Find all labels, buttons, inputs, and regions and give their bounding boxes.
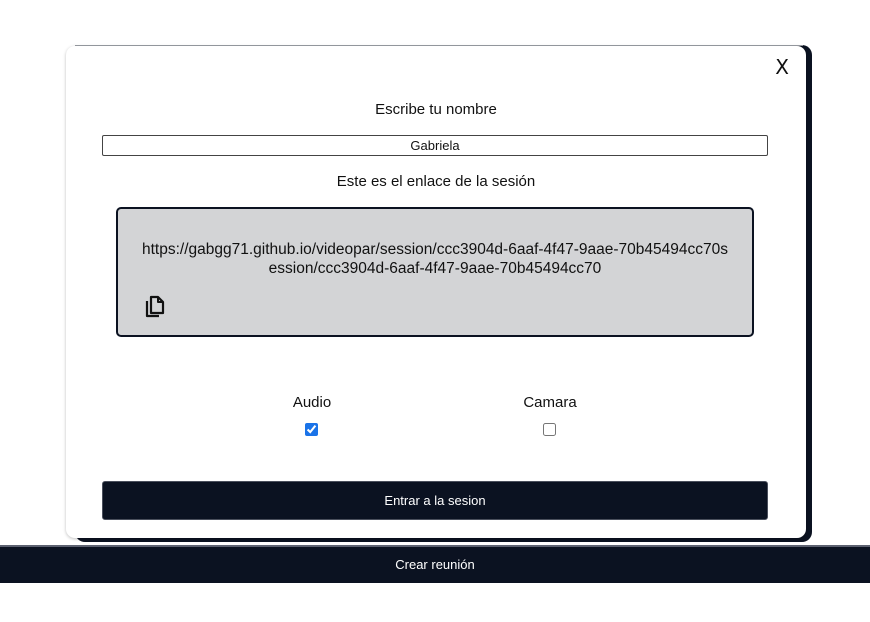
camera-checkbox[interactable]	[543, 423, 556, 436]
audio-label: Audio	[292, 394, 332, 411]
name-prompt: Escribe tu nombre	[375, 101, 497, 118]
page: Crear reunión X Escribe tu nombre Este e…	[0, 0, 870, 622]
copy-icon[interactable]	[144, 294, 166, 318]
camera-option: Camara	[490, 394, 610, 436]
enter-session-button[interactable]: Entrar a la sesion	[102, 481, 768, 520]
name-input[interactable]	[102, 135, 768, 156]
link-prompt: Este es el enlace de la sesión	[336, 173, 536, 190]
create-meeting-bar[interactable]: Crear reunión	[0, 545, 870, 583]
camera-label: Camara	[523, 394, 577, 411]
session-link[interactable]: https://gabgg71.github.io/videopar/sessi…	[138, 240, 732, 278]
close-button[interactable]: X	[775, 57, 789, 77]
join-session-modal: X Escribe tu nombre Este es el enlace de…	[66, 46, 806, 538]
audio-option: Audio	[252, 394, 372, 436]
session-link-box: https://gabgg71.github.io/videopar/sessi…	[116, 207, 754, 337]
audio-checkbox[interactable]	[305, 423, 318, 436]
create-meeting-label[interactable]: Crear reunión	[0, 557, 870, 572]
